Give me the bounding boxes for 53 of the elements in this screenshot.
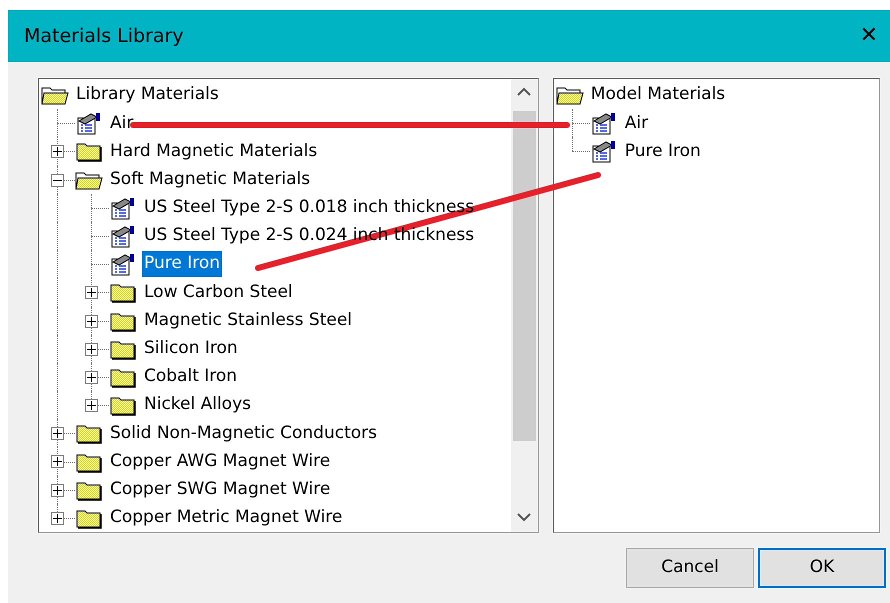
tree-item[interactable]: Air <box>108 110 136 136</box>
expand-toggle[interactable] <box>51 512 64 525</box>
expand-toggle[interactable] <box>85 286 98 300</box>
material-icon <box>590 139 618 164</box>
expand-toggle[interactable] <box>51 427 64 440</box>
tree-item[interactable]: Soft Magnetic Materials <box>108 166 312 192</box>
tree-item[interactable]: Copper SWG Magnet Wire <box>108 476 332 502</box>
scrollbar-thumb[interactable] <box>512 111 536 441</box>
expand-toggle[interactable] <box>51 145 64 158</box>
material-icon <box>109 252 137 276</box>
material-icon <box>590 111 618 136</box>
tree-item[interactable]: US Steel Type 2-S 0.018 inch thickness <box>142 195 476 221</box>
plus-icon <box>53 429 62 438</box>
tree-item[interactable]: Solid Non-Magnetic Conductors <box>108 420 379 446</box>
tree-item[interactable]: Copper Metric Magnet Wire <box>108 505 344 531</box>
plus-icon <box>87 316 96 326</box>
expand-toggle[interactable] <box>85 342 98 356</box>
close-button[interactable]: ✕ <box>854 21 884 51</box>
expand-toggle[interactable] <box>85 399 98 412</box>
tree-item[interactable]: Copper AWG Magnet Wire <box>108 448 332 474</box>
tree-item[interactable]: Library Materials <box>74 82 221 108</box>
dialog-button[interactable]: OK <box>758 548 886 588</box>
scroll-down-icon[interactable] <box>516 512 532 522</box>
material-icon <box>109 224 137 248</box>
dialog-button[interactable]: Cancel <box>626 548 754 588</box>
expand-toggle[interactable] <box>51 455 64 468</box>
expand-toggle[interactable] <box>85 314 98 328</box>
material-icon <box>109 196 137 220</box>
tree-item[interactable]: Air <box>622 110 650 136</box>
plus-icon <box>53 486 62 495</box>
tree-item[interactable]: Model Materials <box>588 82 728 108</box>
tree-item[interactable]: Pure Iron <box>622 138 703 164</box>
tree-item[interactable]: Nickel Alloys <box>142 392 254 418</box>
scrollbar[interactable] <box>510 79 538 532</box>
collapse-toggle[interactable] <box>51 174 64 187</box>
material-icon <box>75 111 103 136</box>
plus-icon <box>87 344 96 354</box>
tree-item[interactable]: Pure Iron <box>142 251 222 277</box>
window-title: Materials Library <box>24 24 184 49</box>
plus-icon <box>87 372 96 382</box>
scroll-up-icon[interactable] <box>516 87 532 97</box>
plus-icon <box>53 147 62 156</box>
plus-icon <box>87 288 96 298</box>
tree-item[interactable]: Low Carbon Steel <box>142 280 295 306</box>
tree-item[interactable]: Hard Magnetic Materials <box>108 138 320 164</box>
expand-toggle[interactable] <box>85 370 98 384</box>
tree-item[interactable]: Magnetic Stainless Steel <box>142 308 354 334</box>
plus-icon <box>53 514 62 523</box>
tree-item[interactable]: Silicon Iron <box>142 336 240 362</box>
plus-icon <box>87 401 96 410</box>
expand-toggle[interactable] <box>51 484 64 497</box>
plus-icon <box>53 457 62 466</box>
tree-item[interactable]: Cobalt Iron <box>142 364 240 390</box>
